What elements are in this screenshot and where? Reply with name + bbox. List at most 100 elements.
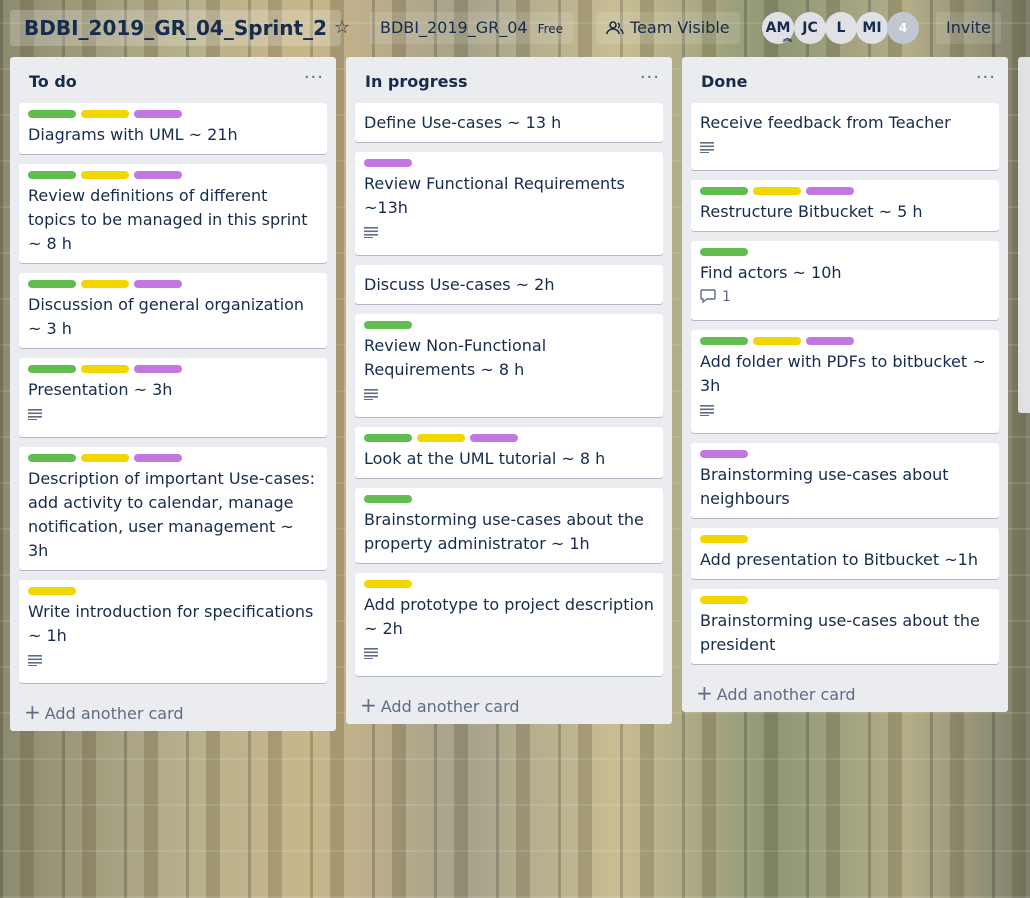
list-title[interactable]: Done bbox=[701, 72, 748, 91]
list-header: In progress ··· bbox=[346, 57, 672, 107]
label-green[interactable] bbox=[700, 248, 748, 256]
avatar[interactable]: AM ︽ bbox=[762, 12, 794, 44]
label-purple[interactable] bbox=[134, 280, 182, 288]
card-labels bbox=[700, 337, 990, 349]
card-labels bbox=[364, 580, 654, 592]
card[interactable]: Review Non-Functional Requirements ~ 8 h bbox=[355, 314, 663, 417]
description-icon bbox=[364, 386, 378, 402]
label-purple[interactable] bbox=[134, 365, 182, 373]
card[interactable]: Find actors ~ 10h 1 bbox=[691, 241, 999, 320]
label-green[interactable] bbox=[28, 454, 76, 462]
label-green[interactable] bbox=[700, 187, 748, 195]
list-title[interactable]: To do bbox=[29, 72, 77, 91]
card[interactable]: Discussion of general organization ~ 3 h bbox=[19, 273, 327, 348]
card[interactable]: Diagrams with UML ~ 21h bbox=[19, 103, 327, 154]
label-green[interactable] bbox=[364, 321, 412, 329]
label-purple[interactable] bbox=[700, 450, 748, 458]
more-members-button[interactable]: 4 bbox=[887, 12, 919, 44]
card-labels bbox=[364, 495, 654, 507]
plus-icon: + bbox=[696, 681, 713, 705]
card[interactable]: Define Use-cases ~ 13 h bbox=[355, 103, 663, 142]
card-labels bbox=[700, 187, 990, 199]
label-purple[interactable] bbox=[806, 337, 854, 345]
label-yellow[interactable] bbox=[753, 187, 801, 195]
card[interactable]: Brainstorming use-cases about the presid… bbox=[691, 589, 999, 664]
label-yellow[interactable] bbox=[700, 596, 748, 604]
card-labels bbox=[28, 171, 318, 183]
label-yellow[interactable] bbox=[753, 337, 801, 345]
label-yellow[interactable] bbox=[28, 587, 76, 595]
avatar[interactable]: JC bbox=[794, 12, 826, 44]
star-icon[interactable]: ☆ bbox=[328, 12, 356, 44]
label-purple[interactable] bbox=[806, 187, 854, 195]
card-labels bbox=[28, 280, 318, 292]
label-purple[interactable] bbox=[134, 454, 182, 462]
label-yellow[interactable] bbox=[417, 434, 465, 442]
card[interactable]: Add presentation to Bitbucket ~1h bbox=[691, 528, 999, 579]
card[interactable]: Add folder with PDFs to bitbucket ~ 3h bbox=[691, 330, 999, 433]
card-badges bbox=[28, 648, 318, 676]
label-green[interactable] bbox=[364, 495, 412, 503]
comment-icon bbox=[700, 289, 716, 304]
card-labels bbox=[700, 248, 990, 260]
card-badges: 1 bbox=[700, 285, 990, 313]
card[interactable]: Review Functional Requirements ~13h bbox=[355, 152, 663, 255]
team-name: BDBI_2019_GR_04 bbox=[380, 18, 528, 37]
card[interactable]: Restructure Bitbucket ~ 5 h bbox=[691, 180, 999, 231]
add-card-button[interactable]: + Add another card bbox=[346, 686, 672, 724]
more-icon[interactable]: ··· bbox=[304, 67, 324, 88]
card-labels bbox=[700, 450, 990, 462]
label-yellow[interactable] bbox=[81, 454, 129, 462]
card[interactable]: Description of important Use-cases: add … bbox=[19, 447, 327, 570]
card-badges bbox=[700, 135, 990, 163]
label-purple[interactable] bbox=[470, 434, 518, 442]
label-yellow[interactable] bbox=[81, 171, 129, 179]
invite-button[interactable]: Invite bbox=[936, 12, 1001, 44]
label-green[interactable] bbox=[28, 365, 76, 373]
description-icon bbox=[700, 139, 714, 155]
card-title: Presentation ~ 3h bbox=[28, 380, 173, 399]
card-labels bbox=[28, 110, 318, 122]
label-green[interactable] bbox=[28, 110, 76, 118]
card-labels bbox=[700, 535, 990, 547]
label-yellow[interactable] bbox=[81, 365, 129, 373]
card-labels bbox=[700, 596, 990, 608]
label-yellow[interactable] bbox=[700, 535, 748, 543]
card[interactable]: Review definitions of different topics t… bbox=[19, 164, 327, 263]
add-card-button[interactable]: + Add another card bbox=[10, 693, 336, 731]
next-list-partial[interactable] bbox=[1018, 57, 1030, 413]
label-purple[interactable] bbox=[134, 171, 182, 179]
description-icon bbox=[364, 645, 378, 661]
label-yellow[interactable] bbox=[364, 580, 412, 588]
label-yellow[interactable] bbox=[81, 280, 129, 288]
board-header: BDBI_2019_GR_04_Sprint_2 ☆ BDBI_2019_GR_… bbox=[0, 0, 1030, 56]
card[interactable]: Discuss Use-cases ~ 2h bbox=[355, 265, 663, 304]
avatar[interactable]: MI bbox=[856, 12, 888, 44]
visibility-button[interactable]: Team Visible bbox=[596, 12, 740, 44]
card[interactable]: Receive feedback from Teacher bbox=[691, 103, 999, 170]
card[interactable]: Write introduction for specifications ~ … bbox=[19, 580, 327, 683]
team-button[interactable]: BDBI_2019_GR_04 Free bbox=[370, 12, 574, 44]
card[interactable]: Brainstorming use-cases about neighbours bbox=[691, 443, 999, 518]
more-icon[interactable]: ··· bbox=[976, 67, 996, 88]
plan-badge: Free bbox=[537, 22, 564, 36]
more-icon[interactable]: ··· bbox=[640, 67, 660, 88]
label-purple[interactable] bbox=[364, 159, 412, 167]
label-green[interactable] bbox=[28, 280, 76, 288]
label-green[interactable] bbox=[364, 434, 412, 442]
card[interactable]: Presentation ~ 3h bbox=[19, 358, 327, 437]
label-yellow[interactable] bbox=[81, 110, 129, 118]
add-card-button[interactable]: + Add another card bbox=[682, 674, 1008, 712]
card[interactable]: Look at the UML tutorial ~ 8 h bbox=[355, 427, 663, 478]
avatar[interactable]: L bbox=[825, 12, 857, 44]
label-green[interactable] bbox=[700, 337, 748, 345]
card-title: Add prototype to project description ~ 2… bbox=[364, 595, 654, 638]
label-green[interactable] bbox=[28, 171, 76, 179]
card-badges bbox=[700, 398, 990, 426]
card[interactable]: Add prototype to project description ~ 2… bbox=[355, 573, 663, 676]
board-title[interactable]: BDBI_2019_GR_04_Sprint_2 bbox=[10, 10, 341, 46]
card-labels bbox=[364, 434, 654, 446]
label-purple[interactable] bbox=[134, 110, 182, 118]
list-title[interactable]: In progress bbox=[365, 72, 468, 91]
card[interactable]: Brainstorming use-cases about the proper… bbox=[355, 488, 663, 563]
